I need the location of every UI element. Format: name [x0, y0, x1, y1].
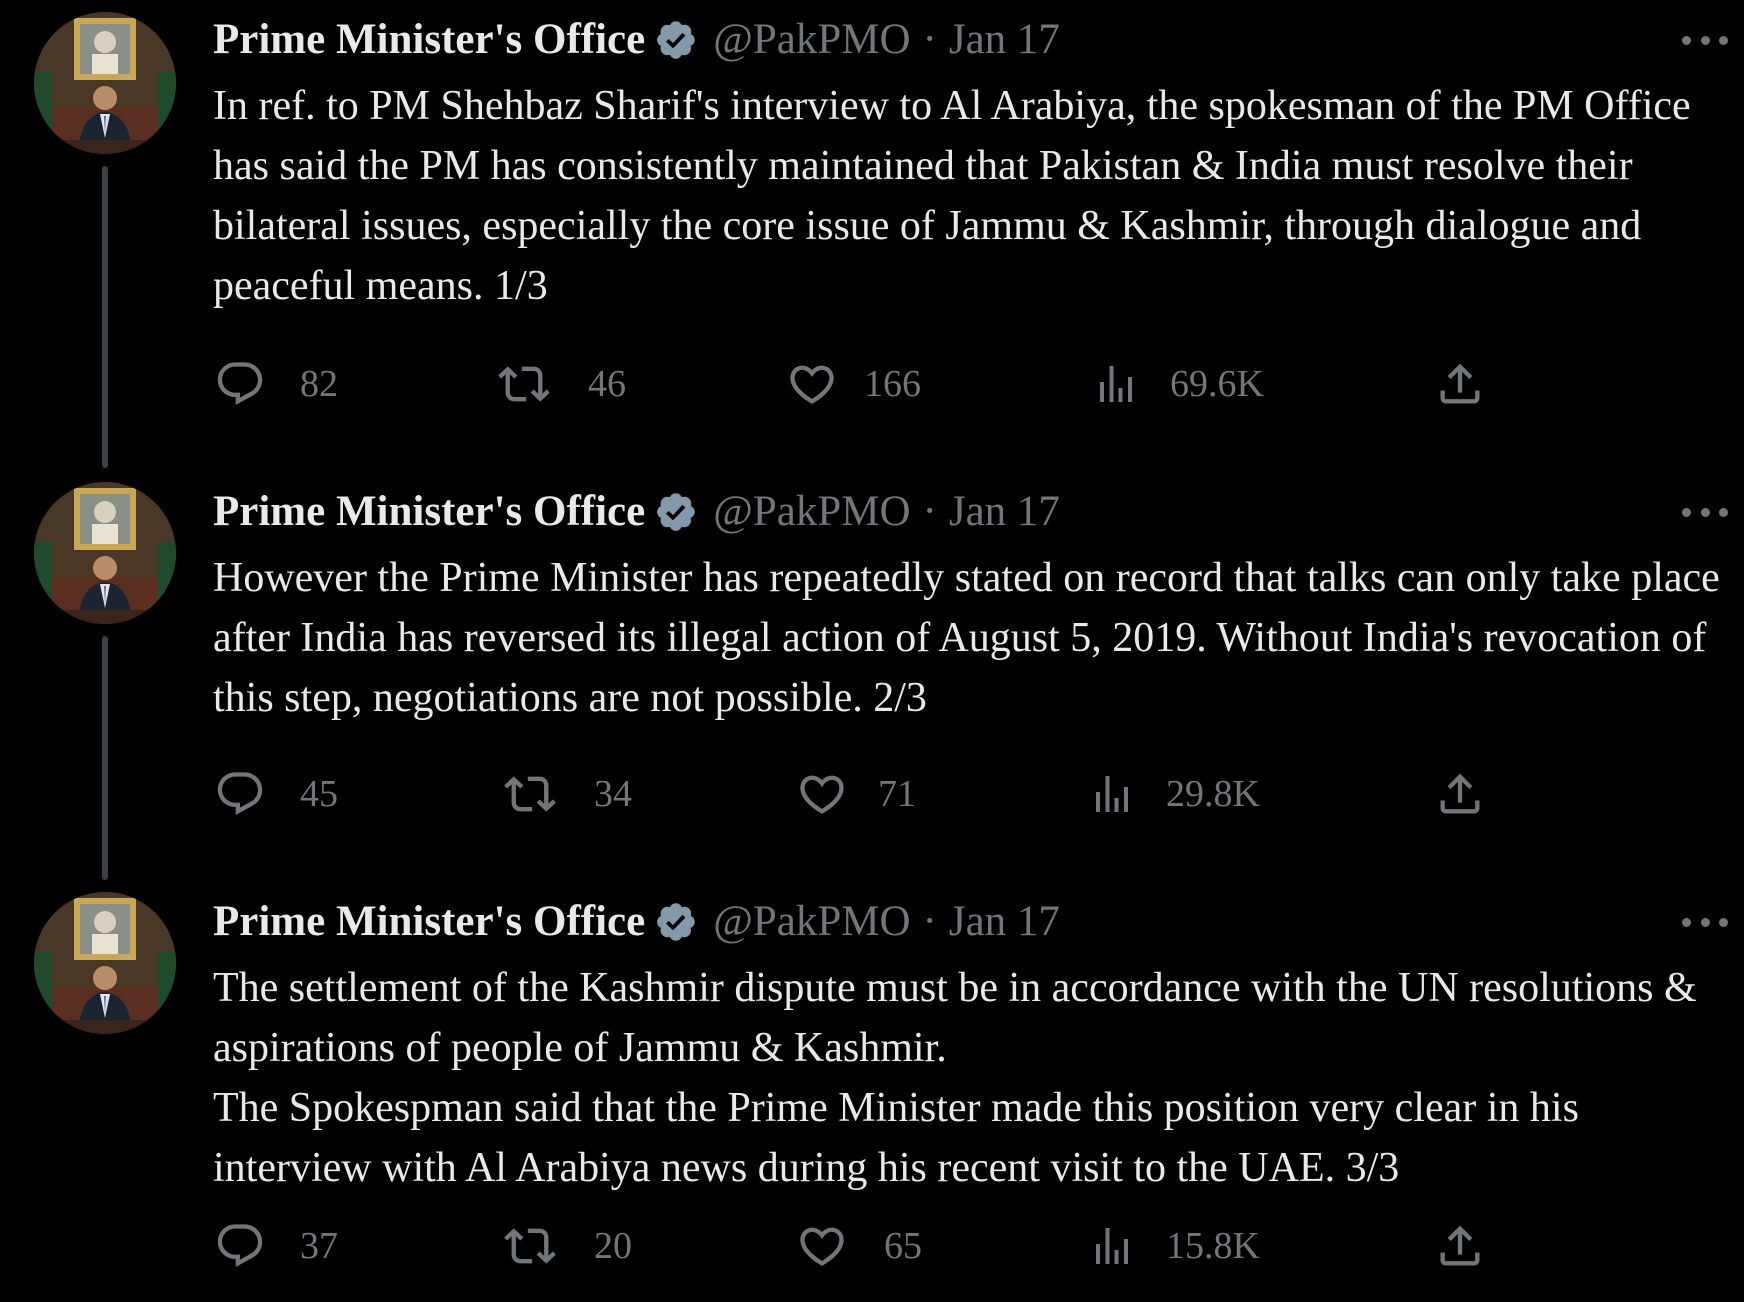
author-name[interactable]: Prime Minister's Office — [213, 486, 645, 538]
share-button[interactable] — [1434, 1216, 1486, 1276]
reply-button[interactable]: 45 — [214, 764, 338, 824]
tweet[interactable]: Prime Minister's Office @PakPMO · Jan 17… — [0, 0, 1744, 470]
retweet-icon — [498, 366, 550, 402]
tweet-text: The settlement of the Kashmir dispute mu… — [213, 958, 1733, 1198]
like-icon — [800, 1227, 844, 1266]
share-icon — [1440, 773, 1480, 814]
like-icon — [800, 775, 844, 814]
avatar[interactable] — [34, 12, 176, 154]
reply-icon — [217, 772, 263, 816]
tweet-paragraph: The Spokespman said that the Prime Minis… — [213, 1085, 1579, 1191]
like-button[interactable]: 71 — [796, 764, 916, 824]
avatar[interactable] — [34, 892, 176, 1034]
like-count: 166 — [864, 363, 921, 405]
retweet-count: 34 — [594, 773, 632, 815]
retweet-button[interactable]: 34 — [502, 764, 632, 824]
tweet[interactable]: Prime Minister's Office @PakPMO · Jan 17… — [0, 880, 1744, 1302]
like-icon — [790, 365, 834, 404]
tweet-text: In ref. to PM Shehbaz Sharif's interview… — [213, 76, 1733, 316]
reply-count: 82 — [300, 363, 338, 405]
like-button[interactable]: 166 — [786, 354, 921, 414]
reply-count: 37 — [300, 1225, 338, 1267]
verified-badge-icon[interactable] — [653, 899, 699, 945]
views-icon — [1100, 366, 1132, 402]
reply-icon — [217, 1224, 263, 1268]
tweet-header: Prime Minister's Office @PakPMO · Jan 17 — [213, 14, 1060, 66]
views-button[interactable]: 29.8K — [1088, 764, 1260, 824]
separator-dot: · — [922, 488, 937, 535]
views-icon — [1096, 1228, 1128, 1264]
more-options-icon[interactable] — [1682, 502, 1728, 522]
more-options-icon[interactable] — [1682, 912, 1728, 932]
retweet-count: 20 — [594, 1225, 632, 1267]
verified-badge-icon[interactable] — [653, 17, 699, 63]
tweet-paragraph: The settlement of the Kashmir dispute mu… — [213, 965, 1697, 1071]
tweet-text: However the Prime Minister has repeatedl… — [213, 548, 1733, 728]
separator-dot: · — [922, 16, 937, 63]
tweet-header: Prime Minister's Office @PakPMO · Jan 17 — [213, 896, 1060, 948]
views-button[interactable]: 69.6K — [1092, 354, 1264, 414]
tweet-paragraph: However the Prime Minister has repeatedl… — [213, 555, 1720, 721]
timestamp[interactable]: Jan 17 — [949, 14, 1060, 66]
action-bar: 45 34 71 29.8K — [0, 764, 1744, 824]
retweet-button[interactable]: 20 — [502, 1216, 632, 1276]
author-name[interactable]: Prime Minister's Office — [213, 896, 645, 948]
like-count: 71 — [878, 773, 916, 815]
timestamp[interactable]: Jan 17 — [949, 896, 1060, 948]
retweet-button[interactable]: 46 — [496, 354, 626, 414]
author-handle[interactable]: @PakPMO — [713, 896, 910, 948]
retweet-icon — [504, 776, 556, 812]
tweet-header: Prime Minister's Office @PakPMO · Jan 17 — [213, 486, 1060, 538]
timestamp[interactable]: Jan 17 — [949, 486, 1060, 538]
views-icon — [1096, 776, 1128, 812]
tweet[interactable]: Prime Minister's Office @PakPMO · Jan 17… — [0, 470, 1744, 880]
reply-button[interactable]: 82 — [214, 354, 338, 414]
more-options-icon[interactable] — [1682, 30, 1728, 50]
author-handle[interactable]: @PakPMO — [713, 486, 910, 538]
view-count: 69.6K — [1170, 363, 1264, 405]
view-count: 29.8K — [1166, 773, 1260, 815]
author-name[interactable]: Prime Minister's Office — [213, 14, 645, 66]
like-button[interactable]: 65 — [796, 1216, 922, 1276]
tweet-paragraph: In ref. to PM Shehbaz Sharif's interview… — [213, 83, 1691, 309]
share-icon — [1440, 1225, 1480, 1266]
retweet-icon — [504, 1228, 556, 1264]
reply-count: 45 — [300, 773, 338, 815]
avatar[interactable] — [34, 482, 176, 624]
action-bar: 82 46 166 69.6K — [0, 354, 1744, 414]
verified-badge-icon[interactable] — [653, 489, 699, 535]
share-icon — [1440, 363, 1480, 404]
separator-dot: · — [922, 898, 937, 945]
like-count: 65 — [884, 1225, 922, 1267]
author-handle[interactable]: @PakPMO — [713, 14, 910, 66]
reply-button[interactable]: 37 — [214, 1216, 338, 1276]
reply-icon — [217, 362, 263, 406]
view-count: 15.8K — [1166, 1225, 1260, 1267]
retweet-count: 46 — [588, 363, 626, 405]
action-bar: 37 20 65 15.8K — [0, 1216, 1744, 1276]
views-button[interactable]: 15.8K — [1088, 1216, 1260, 1276]
share-button[interactable] — [1434, 764, 1486, 824]
share-button[interactable] — [1434, 354, 1486, 414]
